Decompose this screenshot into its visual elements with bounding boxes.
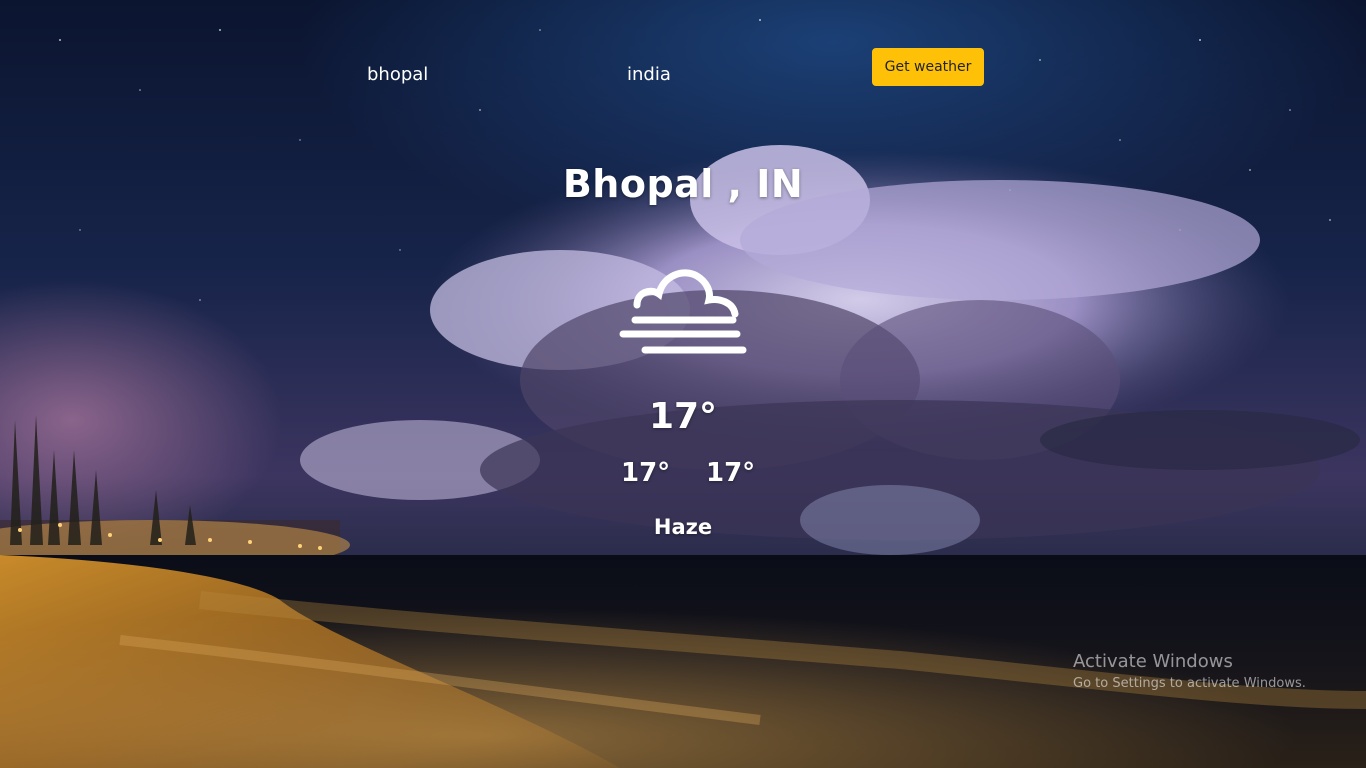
current-temperature: 17° xyxy=(648,396,718,437)
windows-activation-watermark: Activate Windows Go to Settings to activ… xyxy=(1073,651,1306,691)
activation-title: Activate Windows xyxy=(1073,651,1233,672)
country-input[interactable] xyxy=(627,60,807,88)
location-title: Bhopal , IN xyxy=(562,162,804,206)
haze-fog-icon xyxy=(615,262,751,362)
max-temperature: 17° xyxy=(706,458,756,488)
min-temperature: 17° xyxy=(621,458,671,488)
activation-subtitle: Go to Settings to activate Windows. xyxy=(1073,676,1306,691)
city-input[interactable] xyxy=(367,60,547,88)
weather-description: Haze xyxy=(653,515,713,539)
get-weather-button[interactable]: Get weather xyxy=(872,48,984,86)
